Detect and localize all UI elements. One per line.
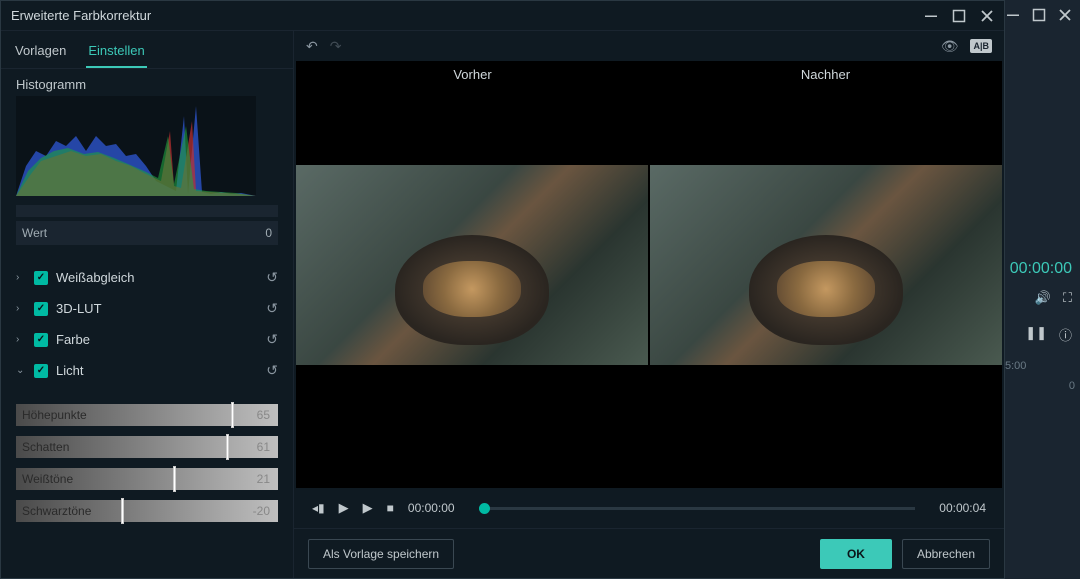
ok-button[interactable]: OK	[820, 539, 892, 569]
play-forward-icon[interactable]: ▶	[363, 500, 373, 516]
chevron-right-icon: ›	[16, 272, 26, 283]
eye-icon[interactable]: 👁	[941, 38, 959, 55]
shadows-slider[interactable]: Schatten 61	[16, 436, 278, 458]
slider-handle[interactable]	[173, 466, 176, 492]
close-icon[interactable]	[980, 9, 994, 23]
volume-icon[interactable]: 🔊	[1035, 290, 1051, 306]
stop-icon[interactable]: ■	[387, 501, 394, 515]
whites-slider[interactable]: Weißtöne 21	[16, 468, 278, 490]
settings-sidebar: Vorlagen Einstellen Histogramm	[1, 31, 294, 578]
compare-ab-icon[interactable]: A|B	[970, 39, 992, 53]
property-color[interactable]: › ✓ Farbe ↺	[1, 324, 293, 355]
reset-icon[interactable]: ↺	[266, 269, 278, 286]
current-time: 00:00:00	[408, 501, 455, 515]
step-back-icon[interactable]: ◂▮	[312, 501, 325, 515]
preview-panel: ↶ ↷ 👁 A|B Vorher Nachher	[294, 31, 1004, 578]
before-label: Vorher	[296, 67, 649, 82]
undo-icon[interactable]: ↶	[306, 38, 318, 55]
property-light[interactable]: ⌄ ✓ Licht ↺	[1, 355, 293, 386]
wert-label: Wert	[22, 226, 47, 240]
back-timecode: 00:00:00	[1010, 260, 1072, 278]
wert-slider[interactable]: Wert 0	[16, 221, 278, 245]
slider-handle[interactable]	[231, 402, 234, 428]
bottom-action-bar: Als Vorlage speichern OK Abbrechen	[294, 528, 1004, 578]
playback-controls: ◂▮ ▶ ▶ ■ 00:00:00 00:00:04	[294, 488, 1004, 528]
compare-view: Vorher Nachher	[296, 61, 1002, 488]
back-maximize-icon[interactable]	[1032, 8, 1046, 22]
back-timeline-ruler: 5:00 0	[1005, 360, 1075, 392]
redo-icon[interactable]: ↷	[330, 38, 342, 55]
checkbox-3d-lut[interactable]: ✓	[34, 302, 48, 316]
wert-value: 0	[265, 226, 272, 240]
timeline-playhead[interactable]	[479, 503, 490, 514]
reset-icon[interactable]: ↺	[266, 362, 278, 379]
window-title: Erweiterte Farbkorrektur	[11, 8, 151, 23]
checkbox-color[interactable]: ✓	[34, 333, 48, 347]
playback-timeline[interactable]	[479, 507, 916, 510]
histogram-display	[16, 96, 256, 196]
titlebar: Erweiterte Farbkorrektur	[1, 1, 1004, 31]
highlights-slider[interactable]: Höhepunkte 65	[16, 404, 278, 426]
color-correction-window: Erweiterte Farbkorrektur Vorlagen Einste…	[0, 0, 1005, 579]
checkbox-light[interactable]: ✓	[34, 364, 48, 378]
back-close-icon[interactable]	[1058, 8, 1072, 22]
histogram-label: Histogramm	[16, 77, 278, 92]
pause-tool-icon[interactable]: ❚❚	[1025, 325, 1047, 344]
blacks-slider[interactable]: Schwarztöne -20	[16, 500, 278, 522]
before-image	[296, 165, 648, 365]
reset-icon[interactable]: ↺	[266, 300, 278, 317]
threshold-slider[interactable]	[16, 205, 278, 217]
back-minimize-icon[interactable]	[1006, 8, 1020, 22]
maximize-icon[interactable]	[952, 9, 966, 23]
tab-settings[interactable]: Einstellen	[86, 37, 146, 68]
minimize-icon[interactable]	[924, 9, 938, 23]
tab-templates[interactable]: Vorlagen	[13, 37, 68, 68]
duration-time: 00:00:04	[939, 501, 986, 515]
checkbox-white-balance[interactable]: ✓	[34, 271, 48, 285]
slider-handle[interactable]	[226, 434, 229, 460]
property-3d-lut[interactable]: › ✓ 3D-LUT ↺	[1, 293, 293, 324]
slider-handle[interactable]	[121, 498, 124, 524]
save-as-template-button[interactable]: Als Vorlage speichern	[308, 539, 454, 569]
fullscreen-icon[interactable]: ⛶	[1063, 290, 1072, 306]
after-label: Nachher	[649, 67, 1002, 82]
cancel-button[interactable]: Abbrechen	[902, 539, 990, 569]
chevron-down-icon: ⌄	[16, 365, 26, 376]
reset-icon[interactable]: ↺	[266, 331, 278, 348]
after-image	[650, 165, 1002, 365]
chevron-right-icon: ›	[16, 334, 26, 345]
property-white-balance[interactable]: › ✓ Weißabgleich ↺	[1, 262, 293, 293]
help-icon[interactable]: ⓘ	[1059, 325, 1072, 344]
chevron-right-icon: ›	[16, 303, 26, 314]
play-icon[interactable]: ▶	[339, 500, 349, 516]
